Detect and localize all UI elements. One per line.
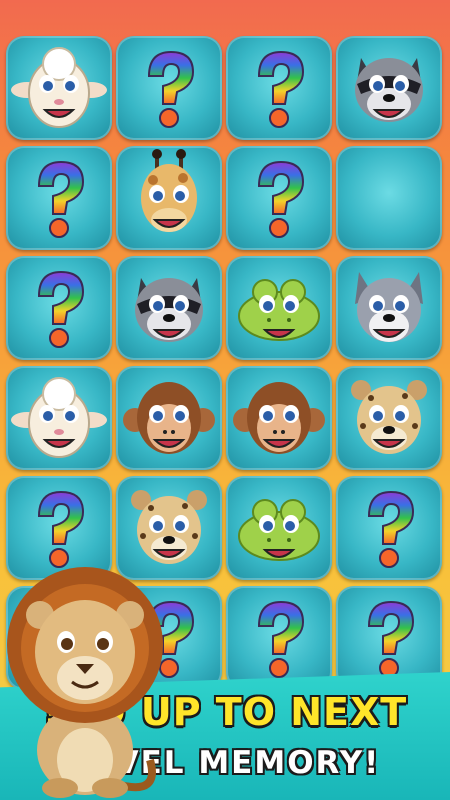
question-mark-icon — [257, 50, 305, 128]
giraffe-icon — [141, 149, 197, 232]
raccoon-icon — [135, 278, 203, 342]
question-mark-icon — [257, 160, 305, 238]
card-monkey[interactable] — [226, 366, 332, 470]
sheep-icon — [11, 47, 107, 128]
question-mark-icon — [37, 270, 85, 348]
card-monkey[interactable] — [116, 366, 222, 470]
card-wolf[interactable] — [336, 256, 442, 360]
card-face-down[interactable] — [226, 36, 332, 140]
monkey-icon — [123, 382, 215, 454]
card-crocodile[interactable] — [226, 476, 332, 580]
crocodile-icon — [238, 279, 320, 341]
card-face-down[interactable] — [226, 586, 332, 690]
card-giraffe[interactable] — [116, 146, 222, 250]
card-sheep[interactable] — [6, 366, 112, 470]
card-face-down[interactable] — [116, 36, 222, 140]
card-face-down[interactable] — [6, 256, 112, 360]
card-face-down[interactable] — [336, 476, 442, 580]
crocodile-icon — [238, 499, 320, 561]
monkey-icon — [233, 382, 325, 454]
leopard-icon — [351, 380, 427, 454]
question-mark-icon — [147, 50, 195, 128]
card-crocodile[interactable] — [226, 256, 332, 360]
card-sheep[interactable] — [6, 36, 112, 140]
wolf-icon — [355, 272, 423, 342]
lion-mascot-icon — [7, 567, 163, 798]
card-leopard[interactable] — [336, 366, 442, 470]
raccoon-icon — [355, 58, 423, 122]
question-mark-icon — [257, 600, 305, 678]
card-matched-empty[interactable] — [336, 146, 442, 250]
card-raccoon[interactable] — [336, 36, 442, 140]
question-mark-icon — [367, 490, 415, 568]
question-mark-icon — [37, 160, 85, 238]
sheep-icon — [11, 377, 107, 458]
card-face-down[interactable] — [6, 146, 112, 250]
card-raccoon[interactable] — [116, 256, 222, 360]
card-face-down[interactable] — [226, 146, 332, 250]
